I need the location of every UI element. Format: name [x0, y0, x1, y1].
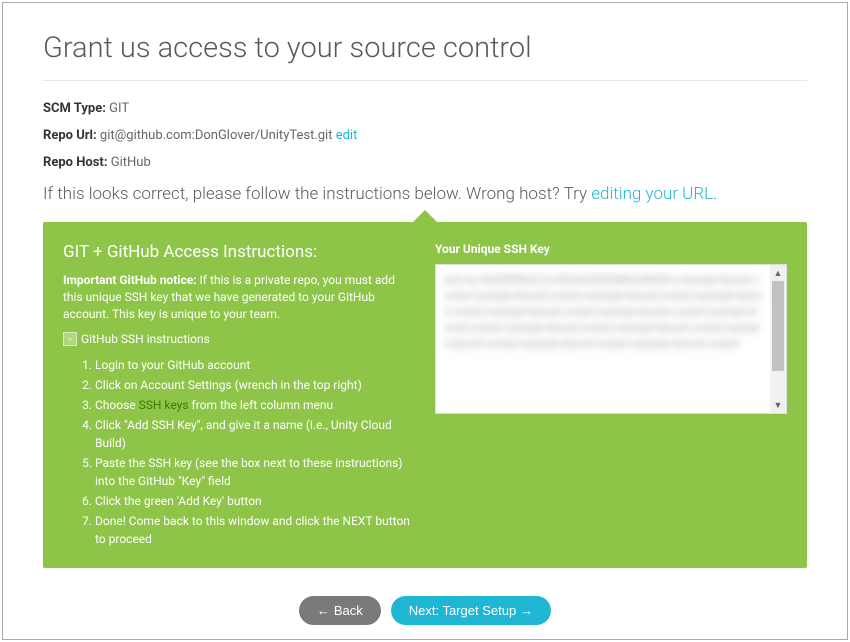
edit-url-link[interactable]: edit: [336, 128, 358, 143]
next-button-label: Next: Target Setup: [409, 603, 516, 618]
instructions-list: Login to your GitHub account Click on Ac…: [63, 356, 415, 548]
scroll-up-icon[interactable]: ▲: [770, 265, 786, 281]
scroll-thumb[interactable]: [772, 281, 784, 371]
panel-image-alt: GitHub SSH instructions: [81, 332, 210, 346]
scroll-track[interactable]: [770, 281, 786, 397]
broken-image-icon: ▫: [63, 332, 77, 346]
instructions-panel: GIT + GitHub Access Instructions: Import…: [43, 222, 807, 568]
ssh-key-box[interactable]: ssh-rsa AAAAB3NzaC1yc2EAAAADAQABAAABAQCx…: [435, 264, 787, 414]
next-button[interactable]: Next: Target Setup →: [391, 596, 551, 625]
instruction-prefix: If this looks correct, please follow the…: [43, 184, 591, 204]
page-title: Grant us access to your source control: [43, 31, 807, 81]
panel-title: GIT + GitHub Access Instructions:: [63, 242, 415, 262]
repo-url-line: Repo Url: git@github.com:DonGlover/Unity…: [43, 128, 807, 143]
right-arrow-icon: →: [520, 603, 533, 618]
repo-host-label: Repo Host:: [43, 155, 108, 170]
panel-notice-strong: Important GitHub notice:: [63, 273, 197, 287]
ssh-key-label: Your Unique SSH Key: [435, 242, 787, 256]
panel-image-caption: ▫ GitHub SSH instructions: [63, 332, 415, 346]
editing-url-link[interactable]: editing your URL: [591, 184, 713, 204]
panel-arrow-icon: [411, 210, 439, 224]
ssh-key-content: ssh-rsa AAAAB3NzaC1yc2EAAAADAQABAAABAQCx…: [436, 265, 770, 413]
scm-type-value: GIT: [109, 101, 129, 116]
repo-host-line: Repo Host: GitHub: [43, 155, 807, 170]
list-item: Paste the SSH key (see the box next to t…: [95, 454, 415, 490]
left-arrow-icon: ←: [317, 603, 330, 618]
scroll-down-icon[interactable]: ▼: [770, 397, 786, 413]
repo-url-label: Repo Url:: [43, 128, 97, 143]
list-item: Choose SSH keys from the left column men…: [95, 396, 415, 414]
instruction-suffix: .: [713, 184, 717, 204]
ssh-key-scrollbar[interactable]: ▲ ▼: [770, 265, 786, 413]
repo-host-value: GitHub: [111, 155, 151, 170]
list-item: Done! Come back to this window and click…: [95, 512, 415, 548]
ssh-keys-link[interactable]: SSH keys: [139, 398, 189, 412]
back-button-label: Back: [334, 603, 363, 618]
list-item: Login to your GitHub account: [95, 356, 415, 374]
button-row: ← Back Next: Target Setup →: [43, 596, 807, 625]
back-button[interactable]: ← Back: [299, 596, 381, 625]
list-item: Click on Account Settings (wrench in the…: [95, 376, 415, 394]
repo-url-value: git@github.com:DonGlover/UnityTest.git: [100, 128, 333, 143]
list-item: Click "Add SSH Key", and give it a name …: [95, 416, 415, 452]
instruction-text: If this looks correct, please follow the…: [43, 184, 807, 204]
scm-type-label: SCM Type:: [43, 101, 106, 116]
list-item: Click the green 'Add Key' button: [95, 492, 415, 510]
scm-type-line: SCM Type: GIT: [43, 101, 807, 116]
panel-notice: Important GitHub notice: If this is a pr…: [63, 272, 415, 322]
